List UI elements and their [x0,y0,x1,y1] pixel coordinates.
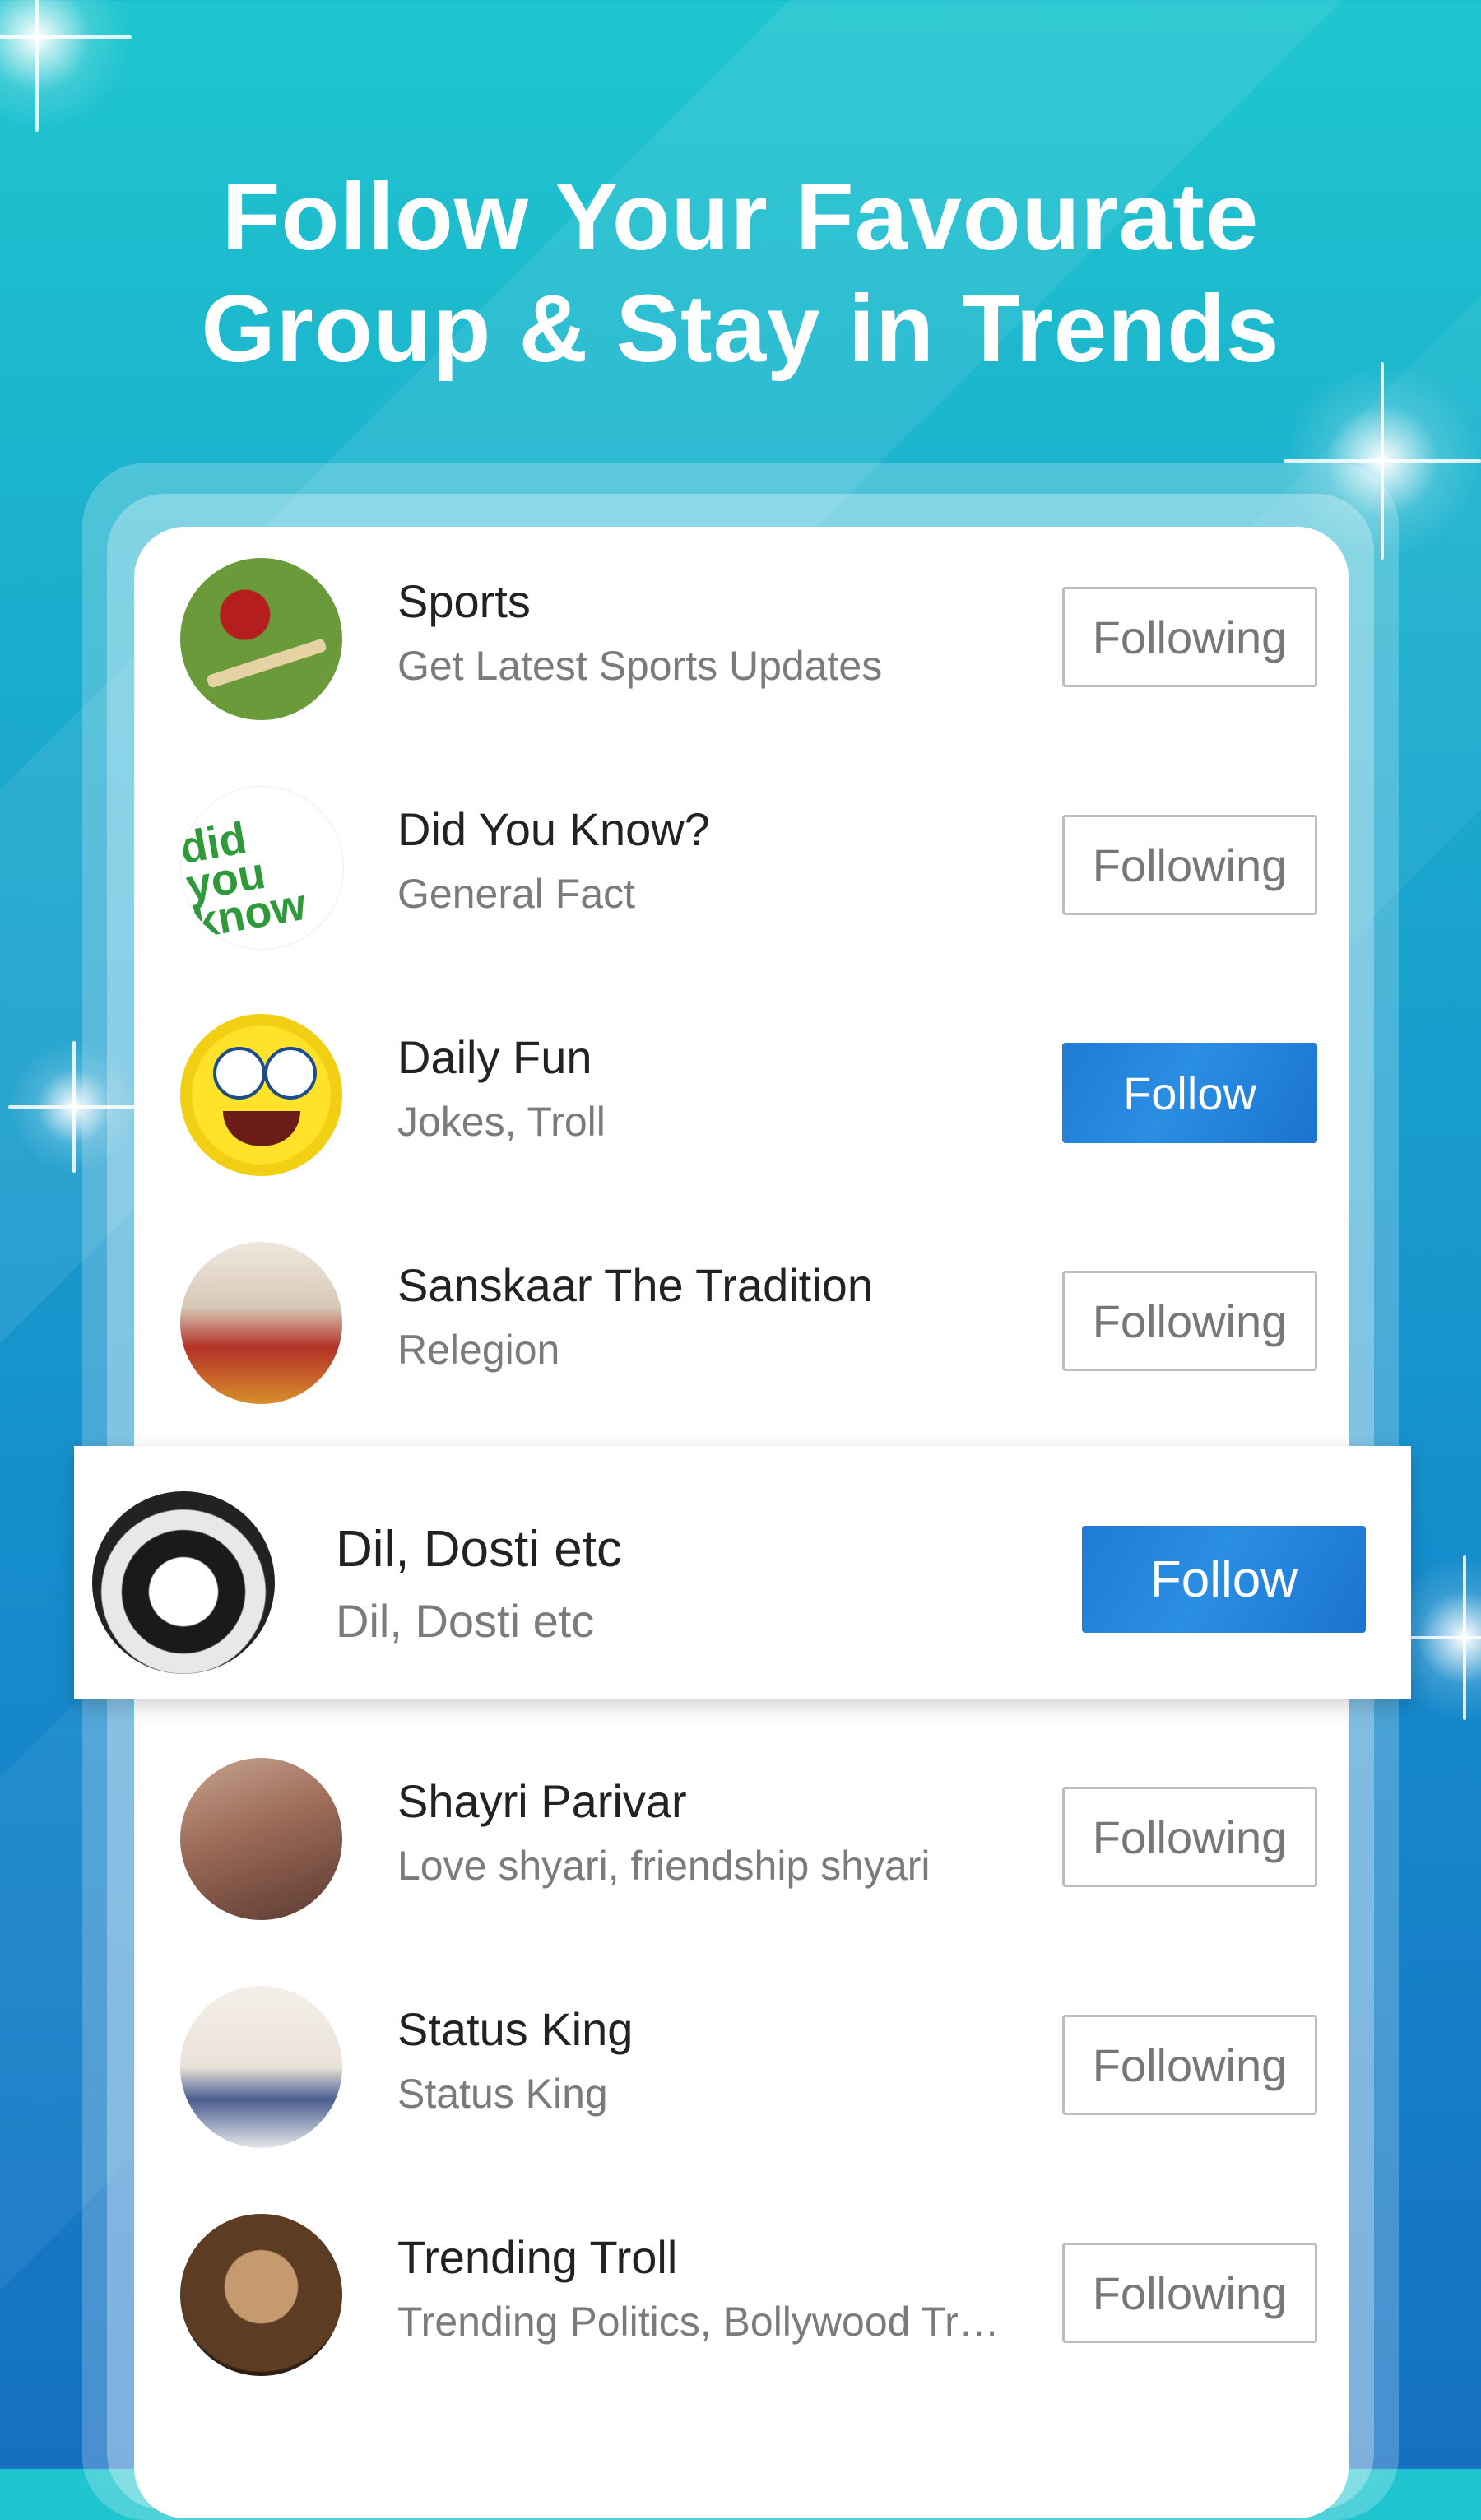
group-subtitle: Trending Politics, Bollywood Tr… [397,2299,1000,2345]
follow-button[interactable]: Follow [1062,1043,1317,1143]
group-subtitle: Status King [397,2071,608,2117]
cricket-ball-avatar [180,558,342,720]
group-row[interactable]: Trending Troll Trending Politics, Bollyw… [134,2183,1349,2411]
group-subtitle: General Fact [397,871,636,917]
group-subtitle: Jokes, Troll [397,1099,606,1145]
following-button[interactable]: Following [1062,2243,1317,2343]
group-name: Dil, Dosti etc [336,1521,622,1578]
headline: Follow Your Favourate Group & Stay in Tr… [0,160,1481,384]
highlighted-group-row[interactable]: Dil, Dosti etc Dil, Dosti etc Follow [74,1446,1411,1699]
group-name: Sports [397,575,531,627]
group-subtitle: Love shyari, friendship shyari [397,1843,931,1889]
boy-sunglasses-avatar [180,1986,342,2148]
group-row-partial [134,2411,1349,2518]
group-row[interactable]: did you know Did You Know? General Fact Fo… [134,755,1349,983]
spongebob-avatar [180,1014,342,1176]
did-you-know-avatar: did you know [180,786,344,950]
following-button[interactable]: Following [1062,1787,1317,1887]
group-row[interactable]: Status King Status King Following [134,1955,1349,2183]
headline-line-1: Follow Your Favourate [221,163,1260,270]
group-name: Did You Know? [397,803,710,855]
following-button[interactable]: Following [1062,2015,1317,2115]
group-avatar [180,2442,342,2518]
group-name: Daily Fun [397,1031,592,1083]
headline-line-2: Group & Stay in Trends [201,275,1280,382]
family-avatar [180,1242,342,1404]
follow-button[interactable]: Follow [1082,1526,1366,1633]
group-row[interactable]: Sanskaar The Tradition Relegion Followin… [134,1211,1349,1439]
following-button[interactable]: Following [1062,1271,1317,1371]
following-button[interactable]: Following [1062,815,1317,915]
group-name: Trending Troll [397,2231,678,2283]
sparkle-top-left [0,0,132,132]
group-name: Sanskaar The Tradition [397,1259,873,1311]
group-subtitle: Dil, Dosti etc [336,1595,595,1647]
group-subtitle: Relegion [397,1327,560,1373]
group-name: Status King [397,2003,634,2055]
monkey-avatar [180,2214,342,2376]
group-row[interactable]: Daily Fun Jokes, Troll Follow [134,983,1349,1211]
group-row[interactable]: Shayri Parivar Love shyari, friendship s… [134,1727,1349,1955]
hindi-text-avatar [180,1758,342,1920]
friendship-hands-avatar [92,1491,275,1674]
group-subtitle: Get Latest Sports Updates [397,643,883,689]
group-name: Shayri Parivar [397,1775,687,1827]
group-row[interactable]: Sports Get Latest Sports Updates Followi… [134,527,1349,755]
following-button[interactable]: Following [1062,587,1317,687]
